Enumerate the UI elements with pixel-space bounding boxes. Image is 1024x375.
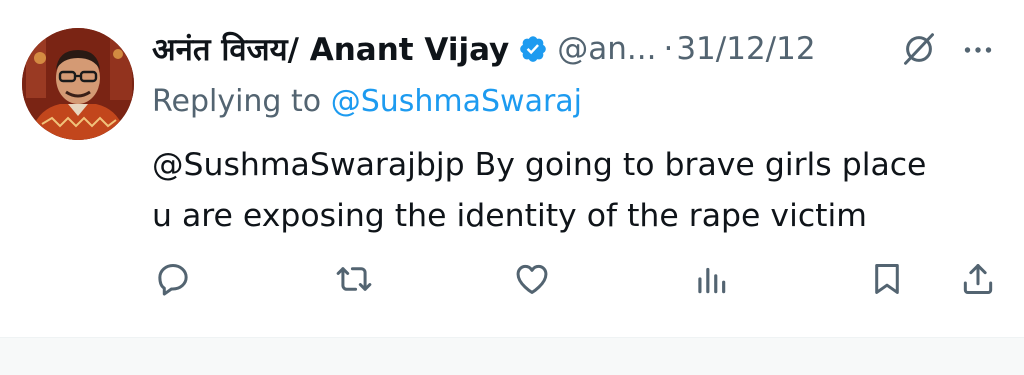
user-handle[interactable]: @an... (557, 31, 656, 67)
avatar[interactable] (22, 28, 134, 140)
action-bar (0, 256, 1024, 302)
reply-icon (158, 264, 188, 296)
tweet-text: @SushmaSwarajbjp By going to brave girls… (152, 140, 1002, 242)
replying-to-handle[interactable]: @SushmaSwaraj (331, 84, 582, 119)
retweet-button[interactable] (331, 256, 377, 302)
tweet-text-line: u are exposing the identity of the rape … (152, 198, 867, 234)
replying-to-label: Replying to (152, 84, 322, 119)
bookmark-button[interactable] (864, 256, 910, 302)
more-icon[interactable] (960, 32, 996, 68)
separator-dot: · (663, 31, 674, 67)
verified-badge-icon (520, 36, 547, 62)
views-icon (698, 267, 726, 294)
avatar-image (22, 28, 134, 140)
like-icon (516, 264, 548, 294)
display-name[interactable]: अनंत विजय/ Anant Vijay (152, 28, 509, 70)
tweet-date[interactable]: 31/12/12 (676, 31, 815, 67)
replying-to: Replying to @SushmaSwaraj (152, 84, 582, 119)
tweet-header: अनंत विजय/ Anant Vijay @an... · 31/12/12 (152, 26, 1012, 72)
share-button[interactable] (955, 256, 1001, 302)
reply-button[interactable] (150, 256, 196, 302)
grok-icon[interactable] (900, 30, 938, 68)
retweet-icon (336, 267, 372, 291)
bookmark-icon (875, 264, 899, 294)
tweet-text-line: @SushmaSwarajbjp By going to brave girls… (152, 147, 927, 183)
share-icon (963, 264, 993, 294)
views-button[interactable] (688, 256, 734, 302)
next-item-area (0, 338, 1024, 375)
like-button[interactable] (509, 256, 555, 302)
